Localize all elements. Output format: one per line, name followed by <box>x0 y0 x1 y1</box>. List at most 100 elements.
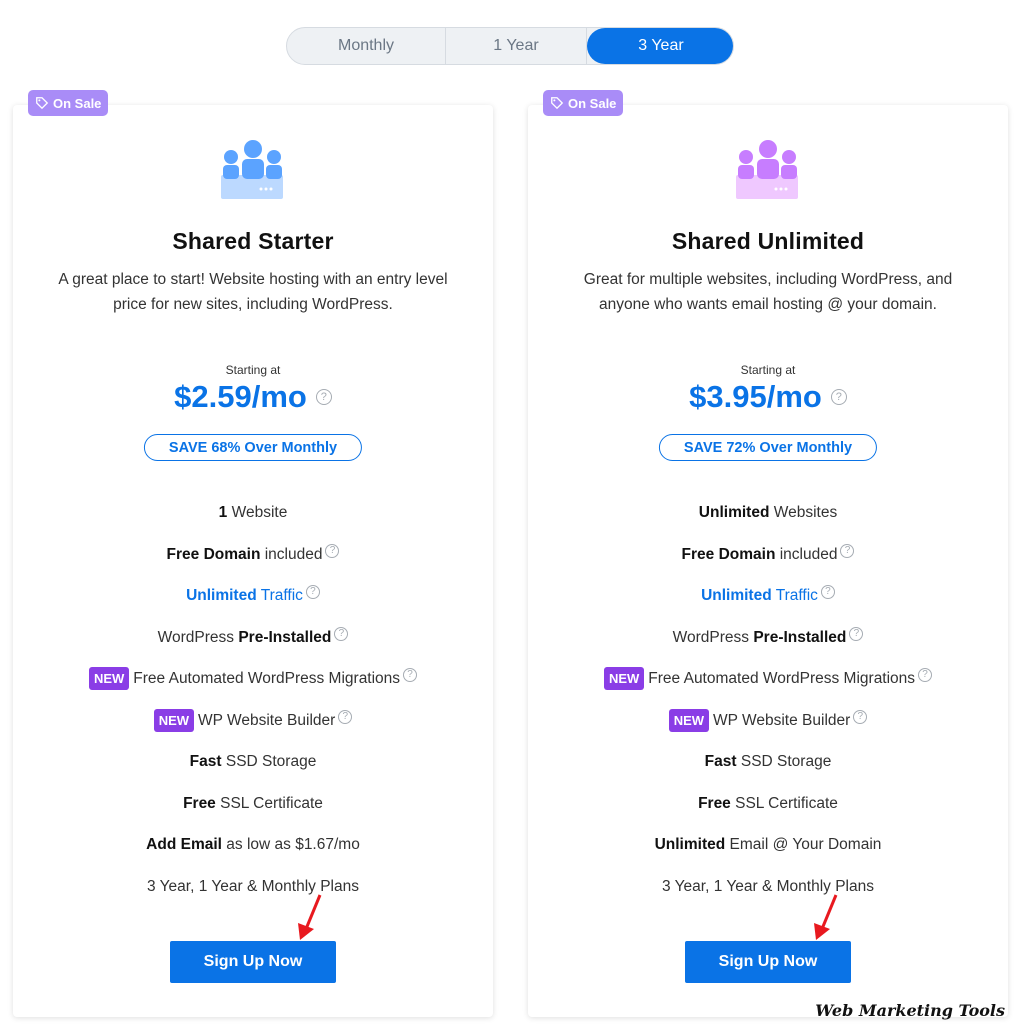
new-badge: NEW <box>603 667 645 690</box>
tag-icon <box>36 97 49 110</box>
on-sale-badge: On Sale <box>28 90 109 116</box>
on-sale-label: On Sale <box>568 95 617 111</box>
feature-item: 3 Year, 1 Year & Monthly Plans <box>528 875 1008 917</box>
users-group-icon <box>736 140 798 199</box>
feature-highlight: Unlimited <box>186 587 257 604</box>
feature-text: included <box>775 545 838 563</box>
help-icon[interactable]: ? <box>853 709 868 724</box>
feature-highlight: Free <box>698 794 731 812</box>
feature-item: Add Email as low as $1.67/mo <box>13 833 493 875</box>
help-icon[interactable]: ? <box>849 626 864 641</box>
plan-description: A great place to start! Website hosting … <box>41 267 465 317</box>
plan-price: $2.59/mo <box>174 379 307 414</box>
help-icon[interactable]: ? <box>820 585 835 599</box>
help-icon[interactable]: ? <box>338 709 353 724</box>
feature-item: Free SSL Certificate <box>13 792 493 834</box>
savings-badge: SAVE 68% Over Monthly <box>143 434 363 461</box>
feature-list: Unlimited Websites Free Domain included? U… <box>528 501 1008 916</box>
plan-title: Shared Unlimited <box>671 228 865 254</box>
feature-text: SSL Certificate <box>215 794 323 812</box>
feature-item: Unlimited Traffic? <box>528 584 1008 626</box>
feature-text: SSL Certificate <box>730 794 838 812</box>
feature-item: Fast SSD Storage <box>13 750 493 792</box>
feature-item: Free SSL Certificate <box>528 792 1008 834</box>
help-icon[interactable]: ? <box>840 543 855 558</box>
feature-text: as low as $1.67/mo <box>221 836 360 853</box>
red-arrow-icon <box>298 894 322 940</box>
feature-highlight: Unlimited <box>701 587 772 604</box>
users-group-icon <box>221 140 283 199</box>
toggle-1-year[interactable]: 1 Year <box>446 28 587 64</box>
traffic-link[interactable]: Unlimited Traffic <box>701 587 818 604</box>
feature-item: NEW Free Automated WordPress Migrations? <box>528 667 1008 709</box>
feature-highlight: 1 <box>218 504 228 521</box>
feature-text: WordPress <box>672 628 754 646</box>
help-icon[interactable]: ? <box>315 389 332 405</box>
feature-text: Free Automated WordPress Migrations <box>648 670 916 687</box>
feature-text: 3 Year, 1 Year & Monthly Plans <box>662 877 874 895</box>
traffic-link[interactable]: Unlimited Traffic <box>186 587 303 604</box>
feature-item: 1 Website <box>13 501 493 543</box>
sign-up-button[interactable]: Sign Up Now <box>685 941 851 983</box>
sign-up-button[interactable]: Sign Up Now <box>170 941 336 983</box>
new-badge: NEW <box>153 708 195 732</box>
feature-highlight: Pre-Installed <box>753 628 847 646</box>
price-row: $2.59/mo ? <box>13 379 493 415</box>
help-icon[interactable]: ? <box>305 585 320 599</box>
feature-text: Email @ Your Domain <box>725 836 882 853</box>
help-icon[interactable]: ? <box>334 626 349 641</box>
feature-list: 1 Website Free Domain included? Unlimited … <box>13 501 493 916</box>
feature-item: NEW Free Automated WordPress Migrations? <box>13 667 493 709</box>
plan-description-line: Great for multiple websites, including W… <box>583 271 953 288</box>
feature-item: WordPress Pre-Installed? <box>528 626 1008 668</box>
feature-item: Fast SSD Storage <box>528 750 1008 792</box>
feature-text: 3 Year, 1 Year & Monthly Plans <box>147 877 359 895</box>
toggle-3-year[interactable]: 3 Year <box>587 28 733 64</box>
help-icon[interactable]: ? <box>830 389 847 405</box>
help-icon[interactable]: ? <box>918 668 933 682</box>
feature-text: WordPress <box>157 628 239 646</box>
feature-item: Unlimited Email @ Your Domain <box>528 833 1008 875</box>
red-arrow-icon <box>814 894 838 940</box>
plan-title: Shared Starter <box>172 228 334 254</box>
feature-highlight: Unlimited <box>698 504 770 521</box>
feature-item: Unlimited Traffic? <box>13 584 493 626</box>
starting-at-label: Starting at <box>740 363 796 377</box>
help-icon[interactable]: ? <box>325 543 340 558</box>
savings-badge: SAVE 72% Over Monthly <box>658 434 878 461</box>
feature-text: WP Website Builder <box>198 711 336 729</box>
feature-item: Free Domain included? <box>13 543 493 585</box>
plan-description: Great for multiple websites, including W… <box>556 267 980 317</box>
feature-item: WordPress Pre-Installed? <box>13 626 493 668</box>
feature-text: Websites <box>769 504 838 521</box>
feature-text: SSD Storage <box>221 753 317 770</box>
toggle-monthly[interactable]: Monthly <box>287 28 446 64</box>
feature-text: SSD Storage <box>736 753 832 770</box>
feature-item: NEW WP Website Builder? <box>13 708 493 751</box>
on-sale-badge: On Sale <box>543 90 624 116</box>
plan-description-line: A great place to start! Website hosting … <box>58 271 448 288</box>
feature-highlight: Fast <box>704 753 737 770</box>
plan-price: $3.95/mo <box>689 379 822 414</box>
plan-description-line: anyone who wants email hosting @ your do… <box>599 296 937 313</box>
feature-text: WP Website Builder <box>713 711 851 729</box>
feature-highlight: Fast <box>189 753 222 770</box>
watermark: Web Marketing Tools <box>815 1001 1005 1020</box>
feature-text: Traffic <box>256 587 303 604</box>
feature-highlight: Pre-Installed <box>238 628 332 646</box>
feature-highlight: Unlimited <box>654 836 726 853</box>
feature-text: included <box>260 545 323 563</box>
new-badge: NEW <box>88 667 130 690</box>
feature-text: Free Automated WordPress Migrations <box>133 670 401 687</box>
feature-item: 3 Year, 1 Year & Monthly Plans <box>13 875 493 917</box>
feature-highlight: Free Domain <box>681 545 776 563</box>
plan-card-shared-unlimited: On Sale Shared Unlimited Great for multi… <box>528 90 1008 1017</box>
feature-item: NEW WP Website Builder? <box>528 708 1008 751</box>
price-row: $3.95/mo ? <box>528 379 1008 415</box>
billing-period-toggle: Monthly 1 Year 3 Year <box>286 27 734 65</box>
on-sale-label: On Sale <box>53 95 102 111</box>
feature-item: Unlimited Websites <box>528 501 1008 543</box>
help-icon[interactable]: ? <box>403 668 418 682</box>
feature-highlight: Free Domain <box>166 545 261 563</box>
feature-item: Free Domain included? <box>528 543 1008 585</box>
